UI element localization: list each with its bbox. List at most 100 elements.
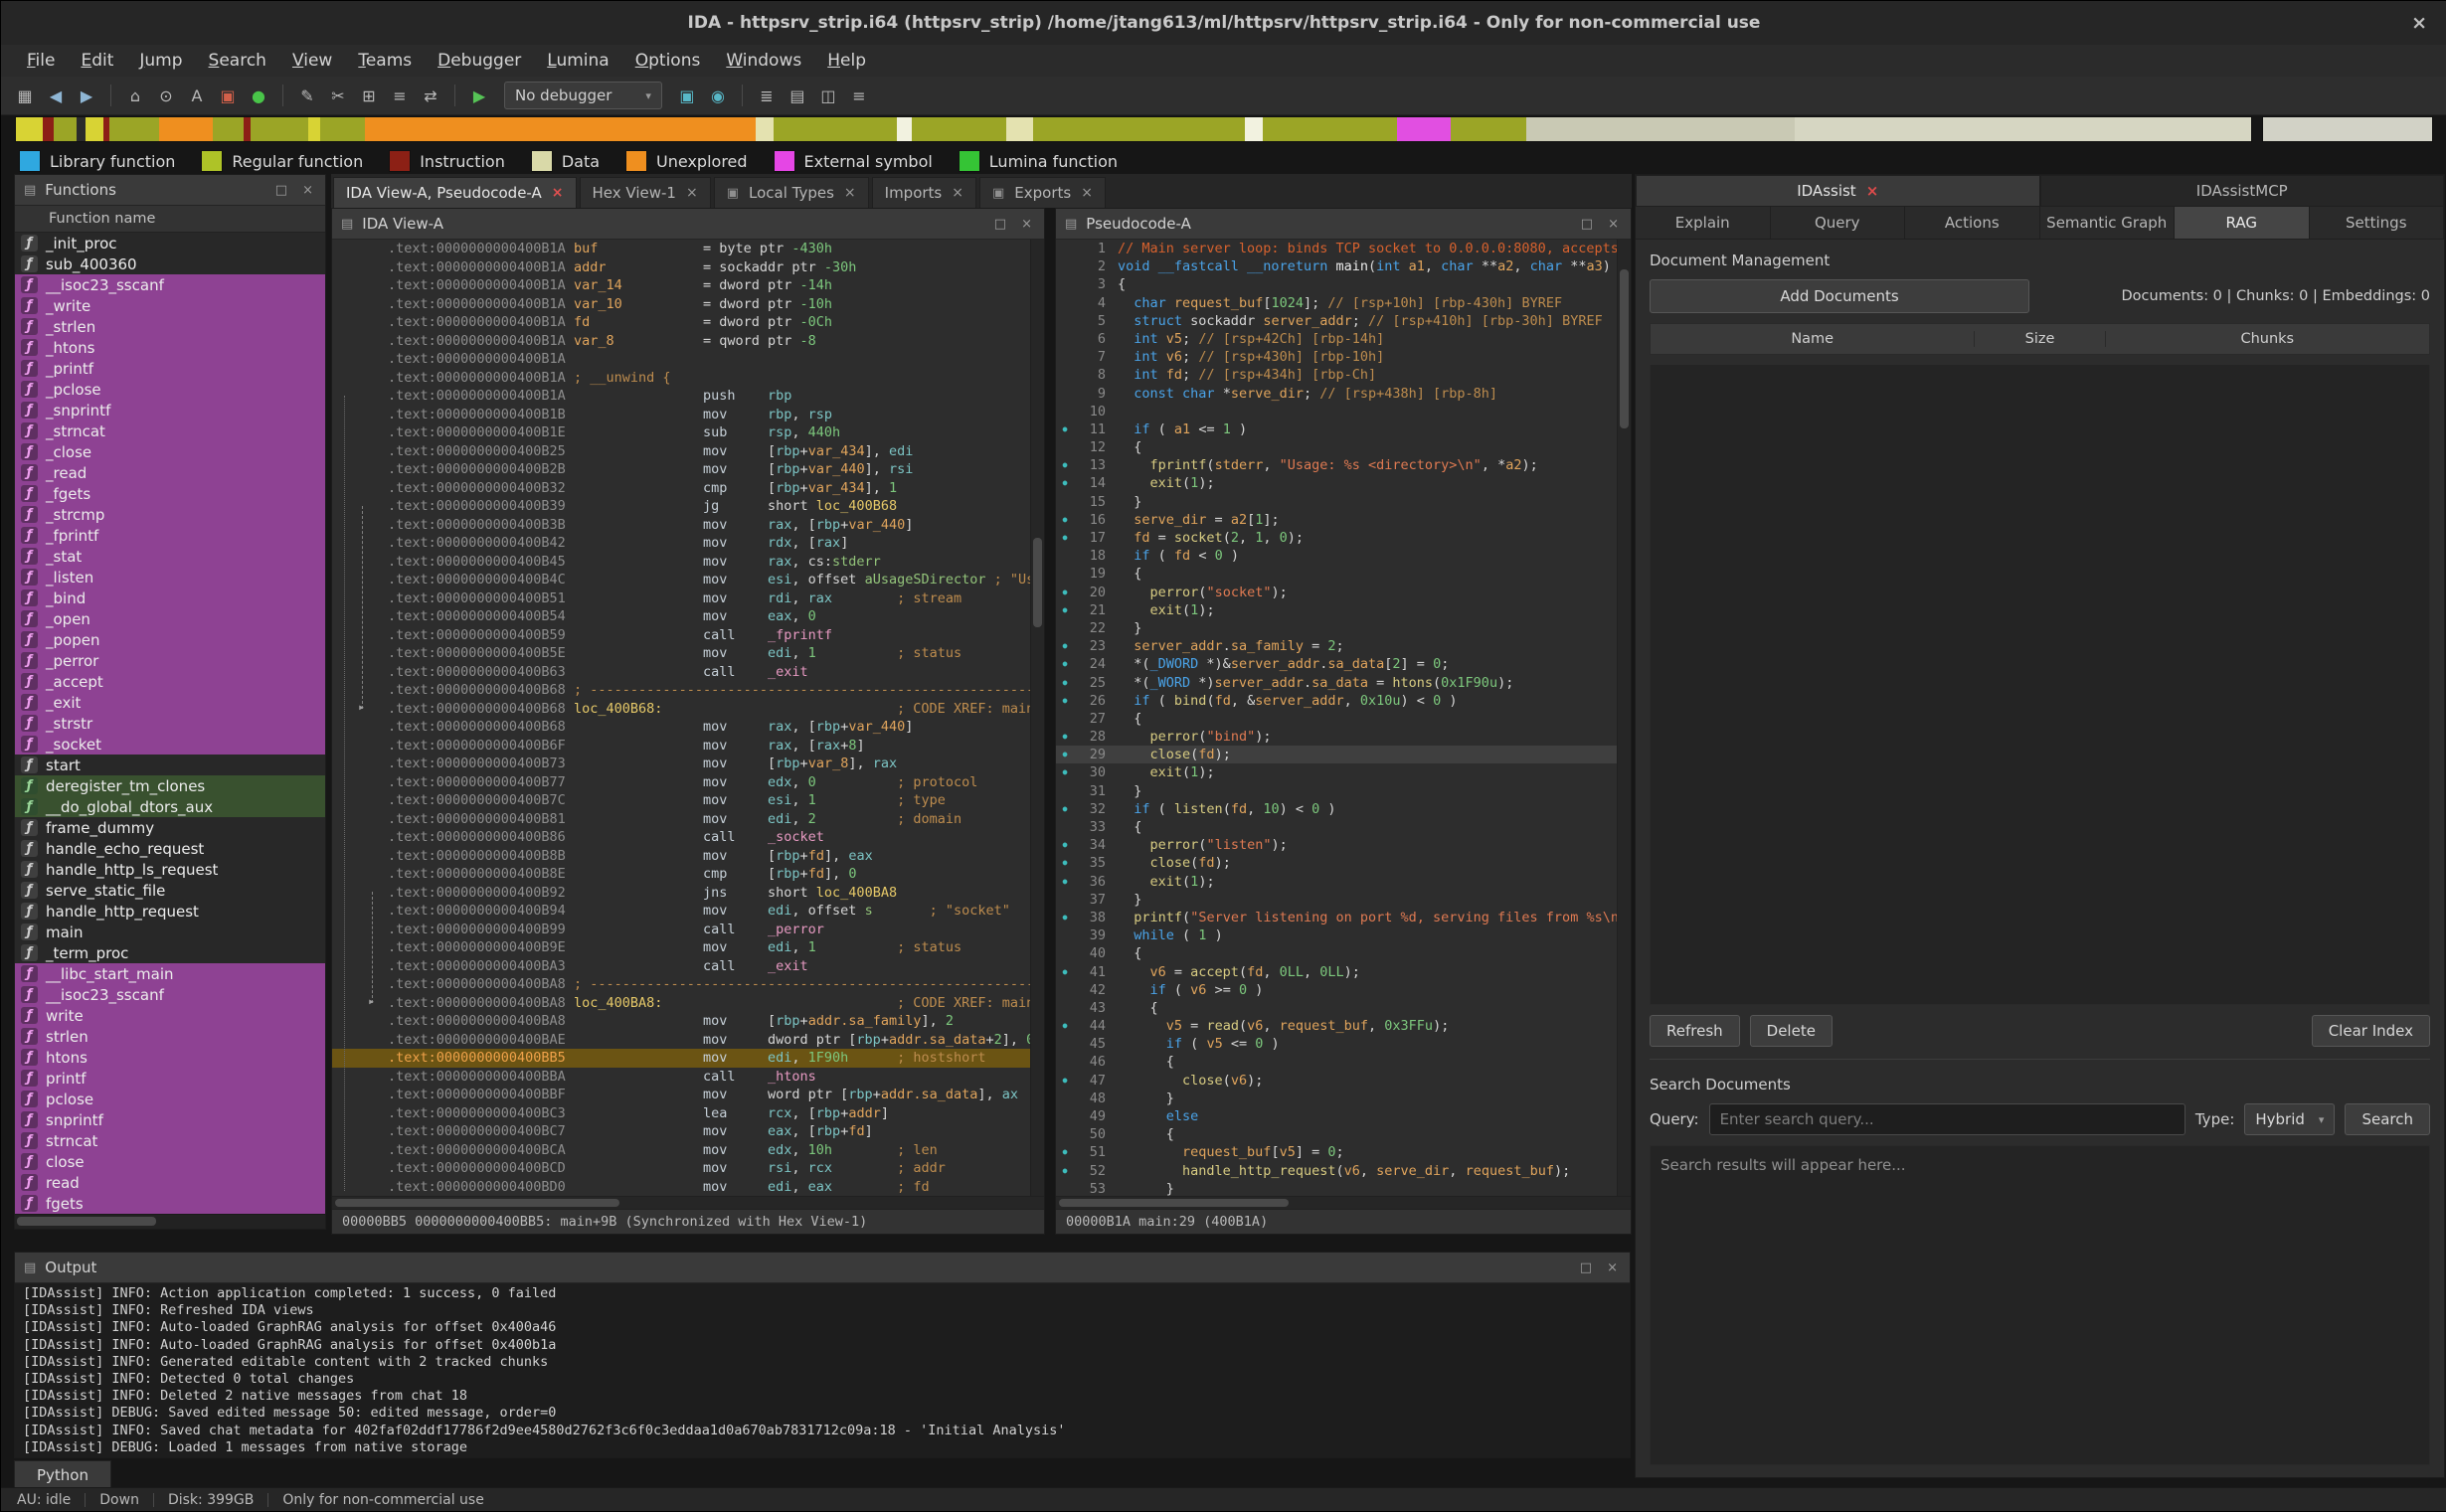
doc-column-size[interactable]: Size xyxy=(1975,331,2105,347)
tab-ida-view-a-pseudocode-a[interactable]: IDA View-A, Pseudocode-A× xyxy=(333,177,577,208)
pseudocode-line[interactable]: ●17 fd = socket(2, 1, 0); xyxy=(1056,529,1631,547)
pseudocode-line[interactable]: 12 { xyxy=(1056,438,1631,456)
float-panel-icon[interactable]: □ xyxy=(991,217,1009,232)
start-process-icon[interactable]: ▶ xyxy=(465,82,493,109)
menu-help[interactable]: Help xyxy=(815,49,878,73)
navigation-band[interactable] xyxy=(15,116,2252,142)
pseudocode-line[interactable]: 39 while ( 1 ) xyxy=(1056,926,1631,944)
disassembly-line[interactable]: .text:0000000000400B68 mov rax, [rbp+var… xyxy=(332,718,1044,737)
disassembly-line[interactable]: .text:0000000000400B3B mov rax, [rbp+var… xyxy=(332,516,1044,535)
new-database-icon[interactable]: ▦ xyxy=(11,82,39,109)
search-type-select[interactable]: Hybrid ▾ xyxy=(2244,1103,2335,1135)
menu-jump[interactable]: Jump xyxy=(127,49,194,73)
pseudocode-line[interactable]: 18 if ( fd < 0 ) xyxy=(1056,547,1631,565)
disassembly-line[interactable]: .text:0000000000400BBF mov word ptr [rbp… xyxy=(332,1086,1044,1104)
tab-close-icon[interactable]: × xyxy=(952,185,963,201)
pseudocode-line[interactable]: 42 if ( v6 >= 0 ) xyxy=(1056,981,1631,999)
function-item[interactable]: ƒhandle_echo_request xyxy=(15,838,325,859)
pseudocode-line[interactable]: 4 char request_buf[1024]; // [rsp+10h] [… xyxy=(1056,294,1631,312)
lumina-icon[interactable]: ● xyxy=(245,82,272,109)
disassembly-view[interactable]: .text:0000000000400B1A buf = byte ptr -4… xyxy=(332,240,1044,1196)
highlight-icon[interactable]: ▣ xyxy=(214,82,242,109)
pseudocode-line[interactable]: 15 } xyxy=(1056,493,1631,511)
disassembly-line[interactable]: .text:0000000000400B1E sub rsp, 440h xyxy=(332,423,1044,442)
menu-teams[interactable]: Teams xyxy=(346,49,424,73)
function-item[interactable]: ƒhandle_http_request xyxy=(15,901,325,922)
pseudocode-line[interactable]: ●14 exit(1); xyxy=(1056,474,1631,492)
pseudocode-line[interactable]: ●29 close(fd); xyxy=(1056,746,1631,763)
disassembly-line[interactable]: .text:0000000000400BA8 loc_400BA8: ; COD… xyxy=(332,994,1044,1013)
disassembly-line[interactable]: .text:0000000000400B7C mov esi, 1 ; type xyxy=(332,791,1044,810)
pseudocode-line[interactable]: 37 } xyxy=(1056,891,1631,909)
disassembly-line[interactable]: .text:0000000000400B1A buf = byte ptr -4… xyxy=(332,240,1044,258)
float-panel-icon[interactable]: □ xyxy=(272,183,290,198)
idassist-tab-semantic-graph[interactable]: Semantic Graph xyxy=(2040,207,2176,239)
refresh-button[interactable]: Refresh xyxy=(1650,1015,1740,1047)
rename-icon[interactable]: ✎ xyxy=(293,82,321,109)
disassembly-line[interactable]: .text:0000000000400B4C mov esi, offset a… xyxy=(332,571,1044,589)
function-item[interactable]: ƒsnprintf xyxy=(15,1109,325,1130)
function-item[interactable]: ƒ__do_global_dtors_aux xyxy=(15,796,325,817)
pseudocode-line[interactable]: ●44 v5 = read(v6, request_buf, 0x3FFu); xyxy=(1056,1017,1631,1035)
disassembly-line[interactable]: .text:0000000000400B6F mov rax, [rax+8] xyxy=(332,737,1044,756)
list-icon[interactable]: ≡ xyxy=(386,82,414,109)
tab-close-icon[interactable]: × xyxy=(686,185,698,201)
function-item[interactable]: ƒ__libc_start_main xyxy=(15,963,325,984)
pseudocode-line[interactable]: 43 { xyxy=(1056,999,1631,1017)
pseudocode-line[interactable]: ●16 serve_dir = a2[1]; xyxy=(1056,511,1631,529)
function-item[interactable]: ƒstrncat xyxy=(15,1130,325,1151)
tab-hex-view-1[interactable]: Hex View-1× xyxy=(580,177,711,208)
patch-icon[interactable]: ✂ xyxy=(324,82,352,109)
function-item[interactable]: ƒ_open xyxy=(15,608,325,629)
disassembly-line[interactable]: .text:0000000000400B39 jg short loc_400B… xyxy=(332,497,1044,516)
text-search-icon[interactable]: A xyxy=(183,82,211,109)
disassembly-line[interactable]: .text:0000000000400B68 loc_400B68: ; COD… xyxy=(332,700,1044,719)
tab-exports[interactable]: ▣Exports× xyxy=(979,177,1106,208)
disassembly-line[interactable]: .text:0000000000400B1B mov rbp, rsp xyxy=(332,406,1044,424)
clear-index-button[interactable]: Clear Index xyxy=(2312,1015,2430,1047)
function-item[interactable]: ƒ_exit xyxy=(15,692,325,713)
search-button[interactable]: Search xyxy=(2345,1103,2430,1135)
disassembly-line[interactable]: .text:0000000000400BBA call _htons xyxy=(332,1068,1044,1087)
pseudocode-line[interactable]: ●32 if ( listen(fd, 10) < 0 ) xyxy=(1056,800,1631,818)
function-item[interactable]: ƒ_strncat xyxy=(15,420,325,441)
function-item[interactable]: ƒ_term_proc xyxy=(15,942,325,963)
disassembly-line[interactable]: .text:0000000000400BB5 mov edi, 1F90h ; … xyxy=(332,1049,1044,1068)
close-panel-icon[interactable]: × xyxy=(299,183,316,198)
segments-icon[interactable]: ≣ xyxy=(753,82,781,109)
pseudocode-line[interactable]: ●51 request_buf[v5] = 0; xyxy=(1056,1143,1631,1161)
function-item[interactable]: ƒ_printf xyxy=(15,358,325,379)
tab-close-icon[interactable]: × xyxy=(844,185,856,201)
disassembly-line[interactable]: .text:0000000000400B32 cmp [rbp+var_434]… xyxy=(332,479,1044,498)
disassembly-line[interactable]: .text:0000000000400BCA mov edx, 10h ; le… xyxy=(332,1141,1044,1160)
idassist-tab-explain[interactable]: Explain xyxy=(1636,207,1771,239)
quick-view-icon[interactable]: ▤ xyxy=(784,82,811,109)
pseudocode-line[interactable]: ●28 perror("bind"); xyxy=(1056,728,1631,746)
structures-icon[interactable]: ⊞ xyxy=(355,82,383,109)
pseudocode-line[interactable]: 5 struct sockaddr server_addr; // [rsp+4… xyxy=(1056,312,1631,330)
pseudocode-vertical-scrollbar[interactable] xyxy=(1617,240,1631,1196)
function-item[interactable]: ƒ__isoc23_sscanf xyxy=(15,984,325,1005)
disassembly-line[interactable]: .text:0000000000400BC7 mov eax, [rbp+fd] xyxy=(332,1122,1044,1141)
pseudocode-line[interactable]: 50 { xyxy=(1056,1125,1631,1143)
function-item[interactable]: ƒ_htons xyxy=(15,337,325,358)
function-item[interactable]: ƒ_close xyxy=(15,441,325,462)
menu-lumina[interactable]: Lumina xyxy=(535,49,620,73)
disassembly-line[interactable]: .text:0000000000400B1A xyxy=(332,350,1044,369)
disassembly-line[interactable]: .text:0000000000400B1A push rbp xyxy=(332,387,1044,406)
disassembly-line[interactable]: .text:0000000000400BCD mov rsi, rcx ; ad… xyxy=(332,1159,1044,1178)
xrefs-icon[interactable]: ⇄ xyxy=(417,82,444,109)
window-close-icon[interactable]: × xyxy=(2411,12,2427,34)
pseudocode-line[interactable]: ●34 perror("listen"); xyxy=(1056,836,1631,854)
search-icon[interactable]: ⊙ xyxy=(152,82,180,109)
disassembly-line[interactable]: .text:0000000000400B25 mov [rbp+var_434]… xyxy=(332,442,1044,461)
function-item[interactable]: ƒ_bind xyxy=(15,588,325,608)
add-documents-button[interactable]: Add Documents xyxy=(1650,279,2029,313)
disassembly-line[interactable]: .text:0000000000400B86 call _socket xyxy=(332,828,1044,847)
function-item[interactable]: ƒ_write xyxy=(15,295,325,316)
function-item[interactable]: ƒ_stat xyxy=(15,546,325,567)
disassembly-line[interactable]: .text:0000000000400BA8 mov [rbp+addr.sa_… xyxy=(332,1012,1044,1031)
pseudocode-view[interactable]: 1// Main server loop: binds TCP socket t… xyxy=(1056,240,1631,1196)
pseudocode-line[interactable]: ●47 close(v6); xyxy=(1056,1072,1631,1090)
disassembly-line[interactable]: .text:0000000000400BA3 call _exit xyxy=(332,957,1044,976)
